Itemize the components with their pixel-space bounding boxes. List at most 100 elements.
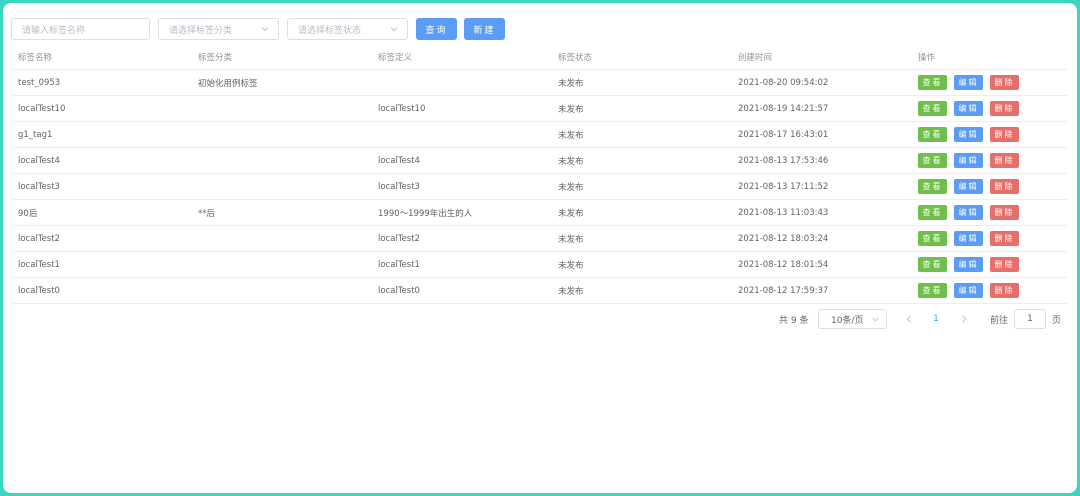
- delete-button[interactable]: 删除: [990, 75, 1019, 90]
- edit-button[interactable]: 编辑: [954, 101, 983, 116]
- cell-created: 2021-08-12 18:01:54: [732, 251, 912, 278]
- row-actions: 查看 编辑 删除: [918, 75, 1068, 90]
- table-row: localTest3 localTest3 未发布 2021-08-13 17:11:…: [12, 173, 1068, 200]
- cell-definition: [372, 121, 552, 148]
- cell-actions: 查看 编辑 删除: [912, 251, 1068, 278]
- chevron-down-icon: [261, 27, 269, 32]
- table-header-row: 标签名称 标签分类 标签定义 标签状态 创建时间 操作: [12, 45, 1068, 70]
- cell-actions: 查看 编辑 删除: [912, 121, 1068, 148]
- chevron-down-icon: [872, 317, 879, 322]
- total-count: 共 9 条: [779, 315, 809, 326]
- row-actions: 查看 编辑 删除: [918, 127, 1068, 142]
- cell-name: localTest4: [12, 147, 192, 174]
- cell-name: localTest3: [12, 173, 192, 200]
- cell-name: 90后: [12, 199, 192, 226]
- chevron-right-icon: [962, 315, 967, 323]
- cell-actions: 查看 编辑 删除: [912, 199, 1068, 226]
- edit-button[interactable]: 编辑: [954, 75, 983, 90]
- edit-button[interactable]: 编辑: [954, 153, 983, 168]
- delete-button[interactable]: 删除: [990, 153, 1019, 168]
- cell-category: [192, 277, 372, 304]
- chevron-down-icon: [390, 27, 398, 32]
- tag-category-select[interactable]: 请选择标签分类: [158, 18, 279, 40]
- view-button[interactable]: 查看: [918, 153, 947, 168]
- cell-name: localTest0: [12, 277, 192, 304]
- cell-status: 未发布: [552, 95, 732, 122]
- view-button[interactable]: 查看: [918, 127, 947, 142]
- cell-created: 2021-08-13 11:03:43: [732, 199, 912, 226]
- page-number-current[interactable]: 1: [930, 309, 942, 329]
- table-row: test_0953 初始化用例标签 未发布 2021-08-20 09:54:02 查看…: [12, 69, 1068, 96]
- tag-name-placeholder: 请输入标签名称: [22, 25, 86, 36]
- table-row: localTest0 localTest0 未发布 2021-08-12 17:59:…: [12, 277, 1068, 304]
- view-button[interactable]: 查看: [918, 205, 947, 220]
- view-button[interactable]: 查看: [918, 231, 947, 246]
- cell-status: 未发布: [552, 69, 732, 96]
- edit-button[interactable]: 编辑: [954, 179, 983, 194]
- cell-category: [192, 251, 372, 278]
- view-button[interactable]: 查看: [918, 101, 947, 116]
- column-header-created: 创建时间: [732, 45, 912, 70]
- prev-page-button[interactable]: [903, 309, 915, 329]
- page-size-select[interactable]: 10条/页: [818, 309, 887, 329]
- cell-name: test_0953: [12, 69, 192, 96]
- cell-status: 未发布: [552, 147, 732, 174]
- row-actions: 查看 编辑 删除: [918, 257, 1068, 272]
- view-button[interactable]: 查看: [918, 75, 947, 90]
- table-row: 90后 **后 1990～1999年出生的人 未发布 2021-08-13 11:03:…: [12, 199, 1068, 226]
- edit-button[interactable]: 编辑: [954, 205, 983, 220]
- cell-category: [192, 225, 372, 252]
- table-row: g1_tag1 未发布 2021-08-17 16:43:01 查看 编辑 删除: [12, 121, 1068, 148]
- table-row: localTest2 localTest2 未发布 2021-08-12 18:03:…: [12, 225, 1068, 252]
- cell-category: 初始化用例标签: [192, 69, 372, 96]
- tag-category-placeholder: 请选择标签分类: [169, 25, 233, 36]
- table-row: localTest4 localTest4 未发布 2021-08-13 17:53:…: [12, 147, 1068, 174]
- delete-button[interactable]: 删除: [990, 231, 1019, 246]
- cell-definition: localTest1: [372, 251, 552, 278]
- query-button[interactable]: 查询: [416, 18, 457, 40]
- tag-name-input[interactable]: 请输入标签名称: [11, 18, 150, 40]
- edit-button[interactable]: 编辑: [954, 257, 983, 272]
- view-button[interactable]: 查看: [918, 257, 947, 272]
- cell-name: g1_tag1: [12, 121, 192, 148]
- row-actions: 查看 编辑 删除: [918, 179, 1068, 194]
- delete-button[interactable]: 删除: [990, 127, 1019, 142]
- table-row: localTest1 localTest1 未发布 2021-08-12 18:01:…: [12, 251, 1068, 278]
- filter-bar: 请输入标签名称 请选择标签分类 请选择标签状态 查询 新建: [11, 17, 505, 41]
- edit-button[interactable]: 编辑: [954, 283, 983, 298]
- cell-definition: [372, 69, 552, 96]
- cell-actions: 查看 编辑 删除: [912, 225, 1068, 252]
- tag-status-select[interactable]: 请选择标签状态: [287, 18, 408, 40]
- delete-button[interactable]: 删除: [990, 101, 1019, 116]
- column-header-category: 标签分类: [192, 45, 372, 70]
- row-actions: 查看 编辑 删除: [918, 153, 1068, 168]
- cell-actions: 查看 编辑 删除: [912, 95, 1068, 122]
- cell-definition: localTest10: [372, 95, 552, 122]
- delete-button[interactable]: 删除: [990, 179, 1019, 194]
- cell-created: 2021-08-19 14:21:57: [732, 95, 912, 122]
- cell-status: 未发布: [552, 225, 732, 252]
- edit-button[interactable]: 编辑: [954, 231, 983, 246]
- next-page-button[interactable]: [958, 309, 970, 329]
- cell-status: 未发布: [552, 121, 732, 148]
- cell-category: [192, 121, 372, 148]
- row-actions: 查看 编辑 删除: [918, 283, 1068, 298]
- delete-button[interactable]: 删除: [990, 257, 1019, 272]
- cell-actions: 查看 编辑 删除: [912, 173, 1068, 200]
- view-button[interactable]: 查看: [918, 179, 947, 194]
- goto-page-input[interactable]: 1: [1014, 309, 1046, 329]
- cell-definition: localTest3: [372, 173, 552, 200]
- cell-status: 未发布: [552, 277, 732, 304]
- delete-button[interactable]: 删除: [990, 205, 1019, 220]
- cell-created: 2021-08-13 17:11:52: [732, 173, 912, 200]
- tag-table: 标签名称 标签分类 标签定义 标签状态 创建时间 操作 test_0953 初始化…: [12, 45, 1068, 304]
- cell-category: [192, 147, 372, 174]
- new-button[interactable]: 新建: [464, 18, 505, 40]
- cell-name: localTest2: [12, 225, 192, 252]
- edit-button[interactable]: 编辑: [954, 127, 983, 142]
- cell-created: 2021-08-17 16:43:01: [732, 121, 912, 148]
- view-button[interactable]: 查看: [918, 283, 947, 298]
- cell-definition: localTest0: [372, 277, 552, 304]
- cell-definition: 1990～1999年出生的人: [372, 199, 552, 226]
- delete-button[interactable]: 删除: [990, 283, 1019, 298]
